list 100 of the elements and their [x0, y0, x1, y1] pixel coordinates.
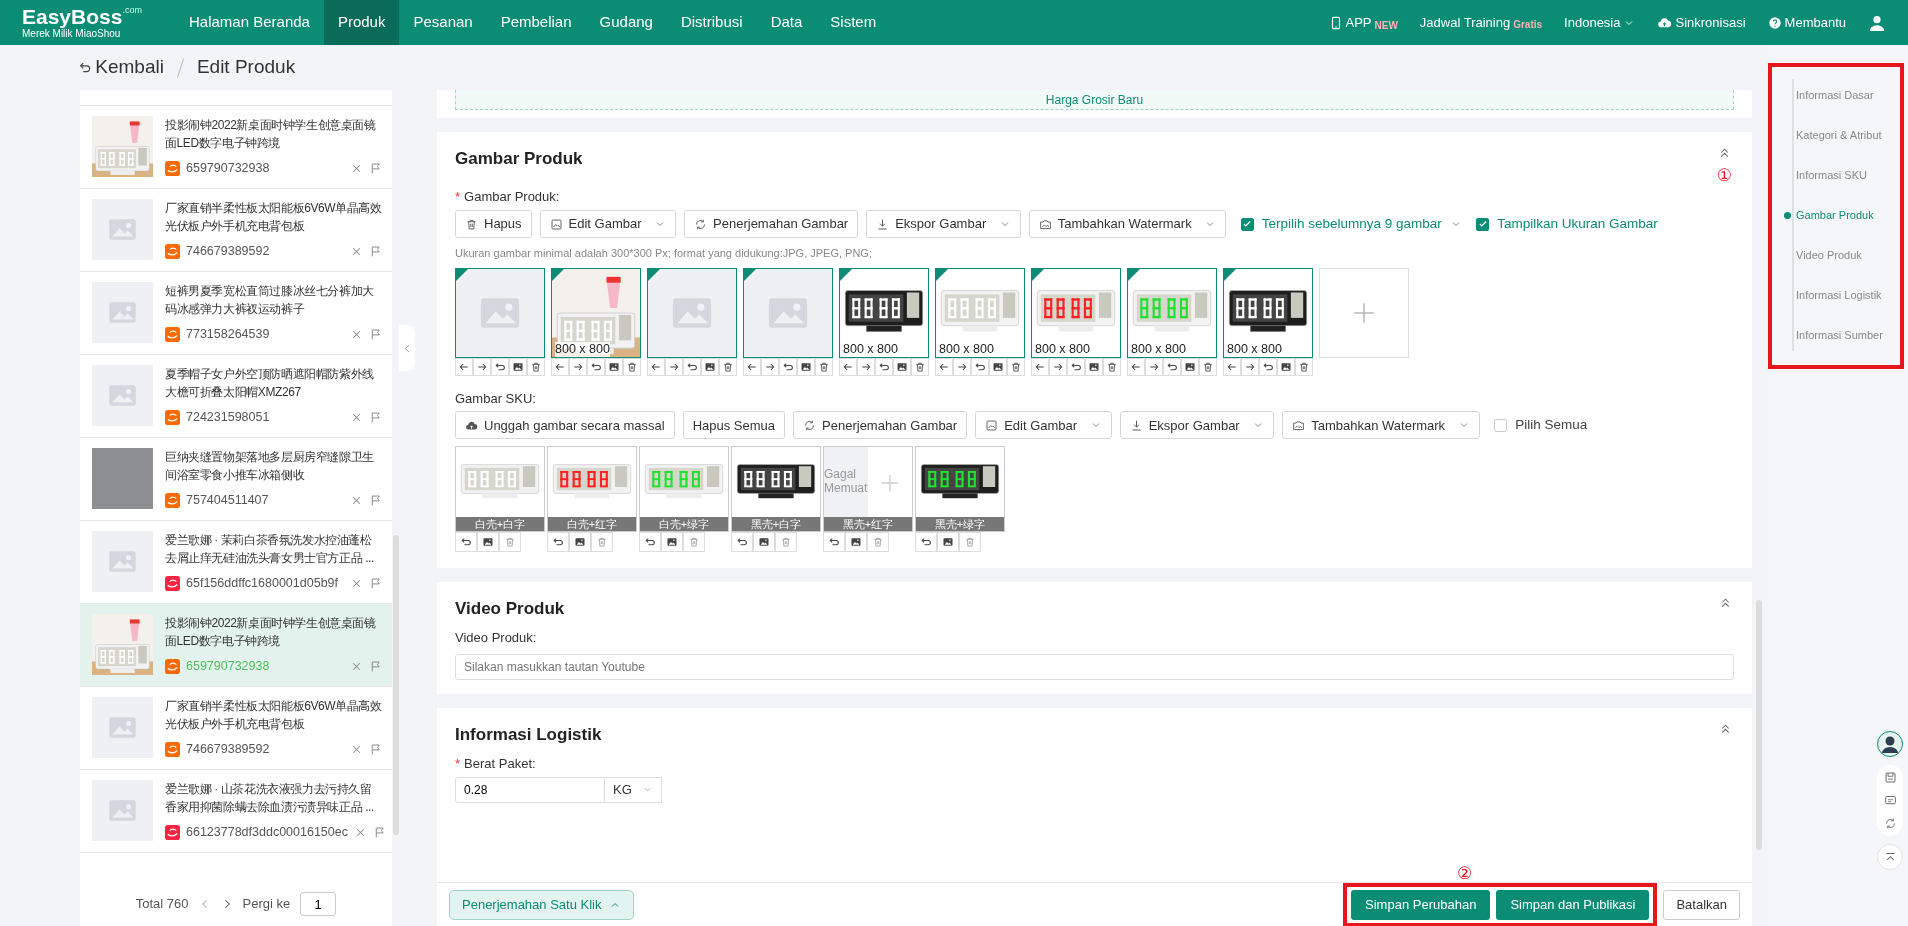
image-icon: [896, 360, 908, 373]
scrollbar[interactable]: [1756, 600, 1762, 850]
nav-tab[interactable]: Pembelian: [486, 0, 586, 45]
product-list-item[interactable]: 巨纳夹缝置物架落地多层厨房窄缝隙卫生间浴室零食小推车冰箱侧收 757404511407: [80, 438, 392, 521]
sku-image[interactable]: 白壳+白字: [455, 445, 545, 532]
image-placeholder-icon: [92, 531, 153, 592]
toolbar-button[interactable]: Penerjemahan Gambar: [684, 210, 859, 238]
language-selector[interactable]: Indonesia: [1564, 12, 1621, 33]
product-image[interactable]: 800 x 800: [839, 267, 929, 358]
trash-icon: [504, 535, 516, 548]
toolbar-button[interactable]: Unggah gambar secara massal: [455, 411, 675, 440]
toolbar-button[interactable]: Tambahkan Watermark: [1282, 411, 1480, 440]
publish-button[interactable]: Simpan dan Publikasi: [1496, 889, 1650, 920]
unit-select[interactable]: KG: [605, 776, 662, 803]
field-label: Video Produk:: [455, 629, 537, 645]
product-list-item[interactable]: 爱兰歌娜 · 山茶花洗衣液强力去污持久留香家用抑菌除螨去除血渍污渍异味正品 ... 66123778df3ddc00016150ec: [80, 770, 392, 853]
sku-image[interactable]: 白壳+红字: [547, 445, 637, 532]
checkbox[interactable]: [1240, 217, 1254, 231]
flag-icon: [369, 328, 382, 342]
sku-image[interactable]: 白壳+绿字: [639, 445, 729, 532]
help-link[interactable]: Membantu: [1784, 12, 1846, 33]
product-id: 659790732938: [186, 658, 270, 676]
sku-image[interactable]: 黑壳+白字: [731, 445, 821, 532]
back-icon: [78, 60, 92, 75]
image-placeholder-icon: [92, 780, 153, 841]
collapse-handle[interactable]: [399, 325, 415, 371]
checkbox-label[interactable]: Tampilkan Ukuran Gambar: [1497, 213, 1658, 235]
toolbar-button[interactable]: Ekspor Gambar: [866, 210, 1021, 238]
add-wholesale-button[interactable]: Harga Grosir Baru: [1045, 92, 1144, 107]
rotate-icon: [644, 535, 656, 548]
avatar-icon[interactable]: [1877, 731, 1903, 757]
product-image[interactable]: 800 x 800: [1031, 267, 1121, 358]
nav-tab[interactable]: Produk: [323, 0, 400, 45]
toolbar-button[interactable]: Penerjemahan Gambar: [793, 411, 968, 440]
section-nav-link[interactable]: Informasi Logistik: [1784, 275, 1900, 315]
training-link[interactable]: Jadwal Training: [1419, 12, 1511, 33]
product-image[interactable]: 800 x 800: [1127, 267, 1217, 358]
sku-image[interactable]: Gagal Memuat 黑壳+红字: [823, 445, 913, 532]
sku-image[interactable]: 黑壳+绿字: [915, 445, 1005, 532]
back-link[interactable]: Kembali: [95, 53, 164, 82]
toolbar-button[interactable]: Edit Gambar: [539, 210, 677, 238]
checkbox-label[interactable]: Terpilih sebelumnya 9 gambar: [1261, 213, 1442, 235]
translate-button[interactable]: Penerjemahan Satu Klik: [449, 889, 635, 920]
clock-digits: [564, 320, 612, 341]
image-icon: [850, 535, 862, 548]
app-link[interactable]: APP: [1345, 12, 1372, 33]
rotate-icon: [460, 535, 472, 548]
page-input[interactable]: 1: [300, 892, 337, 916]
nav-tab[interactable]: Gudang: [585, 0, 667, 45]
flag-icon: [369, 577, 382, 591]
nav-tab[interactable]: Data: [756, 0, 817, 45]
checkbox[interactable]: [1494, 418, 1508, 432]
save-button[interactable]: Simpan Perubahan: [1351, 889, 1491, 920]
rotate-icon: [920, 535, 932, 548]
section-nav-link[interactable]: Informasi Sumber: [1784, 315, 1900, 355]
weight-input[interactable]: 0.28: [455, 776, 605, 803]
product-list-item[interactable]: 厂家直销半柔性板太阳能板6V6W单晶高效光伏板户外手机充电背包板 746679389592: [80, 189, 392, 272]
product-image[interactable]: 800 x 800: [551, 267, 641, 358]
flag-icon: [369, 660, 382, 674]
image-icon: [1038, 217, 1052, 231]
product-title: 投影闹钟2022新桌面时钟学生创意桌面镜面LED数字电子钟跨境: [165, 615, 377, 650]
toolbar-button[interactable]: Edit Gambar: [975, 411, 1112, 440]
product-id: 746679389592: [186, 741, 270, 759]
source-logo-icon: [165, 742, 180, 758]
scrollbar[interactable]: [393, 535, 399, 835]
section-nav-link[interactable]: Gambar Produk: [1784, 195, 1900, 235]
nav-tab[interactable]: Halaman Beranda: [175, 0, 324, 45]
download-icon: [1129, 418, 1143, 432]
youtube-link-input[interactable]: Silakan masukkan tautan Youtube: [455, 653, 1734, 680]
sync-link[interactable]: Sinkronisasi: [1675, 12, 1746, 33]
product-image[interactable]: [455, 267, 545, 358]
product-list-item[interactable]: 夏季帽子女户外空顶防晒遮阳帽防紫外线大檐可折叠太阳帽XMZ267 724231598051: [80, 355, 392, 438]
toolbar-button[interactable]: Tambahkan Watermark: [1028, 210, 1227, 238]
product-list-item[interactable]: 短裤男夏季宽松直筒过膝冰丝七分裤加大码冰感弹力大裤衩运动裤子 773158264539: [80, 272, 392, 355]
product-image[interactable]: 800 x 800: [1223, 267, 1313, 358]
product-title: 巨纳夹缝置物架落地多层厨房窄缝隙卫生间浴室零食小推车冰箱侧收: [165, 449, 375, 484]
nav-tab[interactable]: Distribusi: [666, 0, 757, 45]
section-nav-link[interactable]: Informasi SKU: [1784, 155, 1900, 195]
product-list-item[interactable]: 投影闹钟2022新桌面时钟学生创意桌面镜面LED数字电子钟跨境 659790732938: [80, 604, 392, 687]
nav-tab[interactable]: Pesanan: [399, 0, 487, 45]
checkbox[interactable]: [1476, 217, 1490, 231]
rotate-icon: [1262, 360, 1274, 373]
flag-icon: [369, 411, 382, 425]
selected-corner-mark: [456, 268, 468, 281]
cancel-button[interactable]: Batalkan: [1663, 889, 1740, 920]
toolbar-button[interactable]: Hapus Semua: [682, 411, 786, 440]
product-list-item[interactable]: 投影闹钟2022新桌面时钟学生创意桌面镜面LED数字电子钟跨境 659790732938: [80, 106, 392, 189]
product-list-item[interactable]: 爱兰歌娜 · 茉莉白茶香氛洗发水控油蓬松去屑止痒无硅油洗头膏女男士官方正品 ... 65f156ddffc1680001d05b9f: [80, 521, 392, 604]
product-image[interactable]: 800 x 800: [935, 267, 1025, 358]
product-image[interactable]: [647, 267, 737, 358]
product-image[interactable]: [743, 267, 833, 358]
nav-tab[interactable]: Sistem: [816, 0, 891, 45]
product-list-item[interactable]: 厂家直销半柔性板太阳能板6V6W单晶高效光伏板户外手机充电背包板 746679389592: [80, 687, 392, 770]
checkbox-label[interactable]: Pilih Semua: [1515, 415, 1588, 436]
section-nav-link[interactable]: Kategori & Atribut: [1784, 115, 1900, 155]
toolbar-button[interactable]: Hapus: [455, 210, 532, 238]
sku-label: 黑壳+红字: [824, 516, 912, 531]
toolbar-button[interactable]: Ekspor Gambar: [1119, 411, 1275, 440]
section-nav-link[interactable]: Informasi Dasar: [1784, 75, 1900, 115]
section-nav-link[interactable]: Video Produk: [1784, 235, 1900, 275]
